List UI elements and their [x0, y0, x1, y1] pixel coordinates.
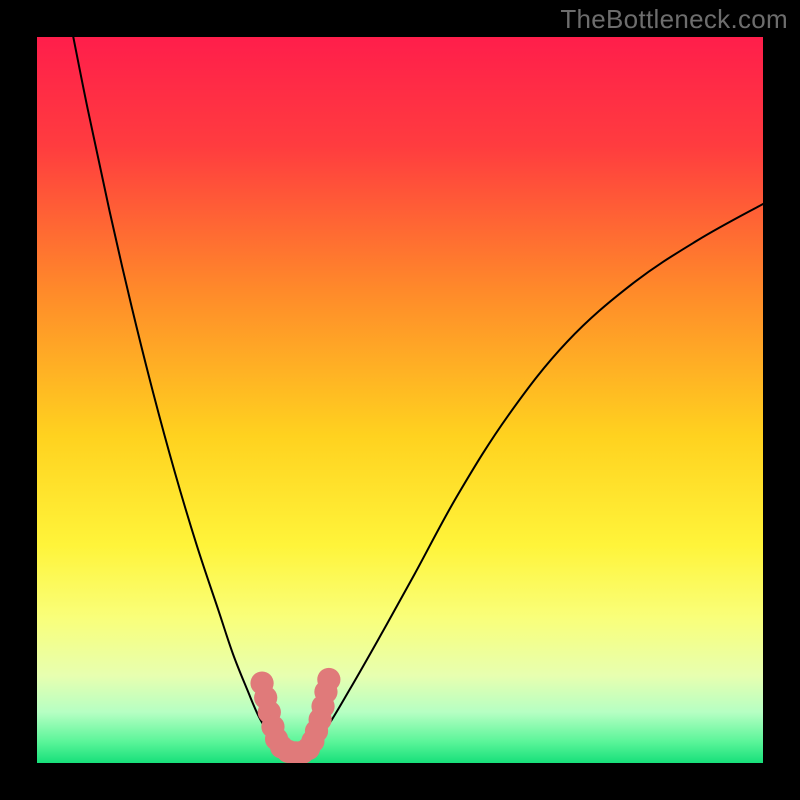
watermark-label: TheBottleneck.com: [560, 4, 788, 35]
valley-marker-dot: [317, 668, 340, 691]
chart-plot-area: [37, 37, 763, 763]
chart-svg: [37, 37, 763, 763]
gradient-background: [37, 37, 763, 763]
outer-frame: TheBottleneck.com: [0, 0, 800, 800]
